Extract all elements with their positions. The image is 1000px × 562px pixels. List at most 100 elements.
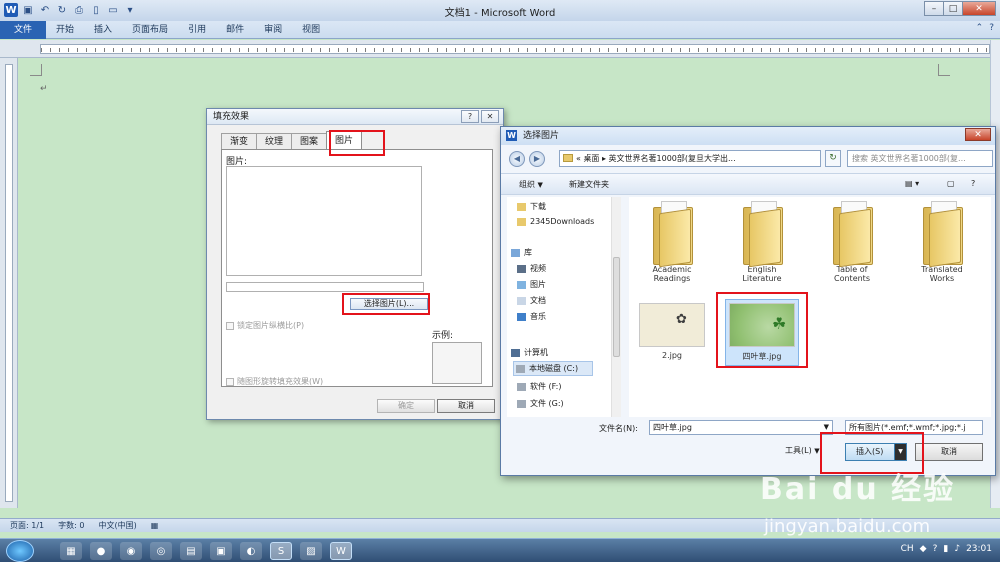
tab-file[interactable]: 文件 <box>0 20 47 39</box>
input-language[interactable]: CH <box>901 544 914 554</box>
refresh-icon[interactable]: ↻ <box>825 150 841 167</box>
rotate-with-shape-checkbox[interactable]: 随图形旋转填充效果(W) <box>226 376 323 387</box>
dialog-close-button[interactable]: ✕ <box>965 128 991 141</box>
margin-corner <box>30 64 42 76</box>
folder-item[interactable]: English Literature <box>725 201 799 283</box>
baidu-watermark: Bai du 经验 <box>760 472 956 507</box>
file-list: Academic Readings English Literature Tab… <box>629 197 991 417</box>
fill-dialog-title: 填充效果 <box>213 112 250 122</box>
highlight-box <box>716 292 808 368</box>
taskbar-app-icon[interactable]: ◐ <box>240 542 262 560</box>
lock-aspect-checkbox[interactable]: 锁定图片纵横比(P) <box>226 320 304 331</box>
tray-icon[interactable]: ◆ <box>920 544 927 554</box>
taskbar-app-icon[interactable]: ▦ <box>60 542 82 560</box>
image-item[interactable]: 2.jpg <box>635 303 709 360</box>
back-icon[interactable]: ◀ <box>509 151 525 167</box>
help-button[interactable]: ? <box>461 110 479 123</box>
folder-icon <box>647 201 697 268</box>
view-options-icon[interactable]: ▤ ▾ <box>905 179 919 188</box>
tab-review[interactable]: 审阅 <box>254 21 292 39</box>
word-icon: W <box>506 130 517 141</box>
nav-item-drive-c[interactable]: 本地磁盘 (C:) <box>513 361 594 376</box>
dialog-close-button[interactable]: ✕ <box>481 110 499 123</box>
tab-gradient[interactable]: 渐变 <box>221 133 258 149</box>
language-indicator[interactable]: 中文(中国) <box>98 520 136 531</box>
nav-item-videos[interactable]: 视频 <box>517 263 546 274</box>
tray-icon[interactable]: ? <box>933 544 938 554</box>
insert-dialog-title: 选择图片 <box>523 131 560 141</box>
tab-pattern[interactable]: 图案 <box>291 133 328 149</box>
nav-scrollbar[interactable] <box>611 197 621 417</box>
minimize-button[interactable]: – <box>924 1 944 16</box>
picture-preview <box>226 166 422 276</box>
folder-icon <box>563 154 573 162</box>
window-controls: – □ ✕ <box>924 1 996 16</box>
filename-input[interactable]: 四叶草.jpg ▼ <box>649 420 833 435</box>
page-count[interactable]: 页面: 1/1 <box>10 520 44 531</box>
nav-item-documents[interactable]: 文档 <box>517 295 546 306</box>
forward-icon[interactable]: ▶ <box>529 151 545 167</box>
system-tray: CH ◆ ? ▮ ♪ 23:01 <box>901 544 992 554</box>
preview-pane-icon[interactable]: ▢ <box>947 179 955 188</box>
nav-item-pictures[interactable]: 图片 <box>517 279 546 290</box>
nav-item-computer[interactable]: 计算机 <box>511 347 548 358</box>
organize-button[interactable]: 组织 ▼ <box>519 179 543 190</box>
paragraph-mark-icon: ↵ <box>40 84 48 94</box>
taskbar-app-icon[interactable]: ● <box>90 542 112 560</box>
folder-item[interactable]: Translated Works <box>905 201 979 283</box>
address-bar[interactable]: « 桌面 ▸ 英文世界名著1000部(复旦大学出... <box>559 150 821 167</box>
taskbar-app-icon[interactable]: ▨ <box>300 542 322 560</box>
nav-item-downloads[interactable]: 下载 <box>517 201 546 212</box>
word-count[interactable]: 字数: 0 <box>58 520 84 531</box>
margin-corner <box>938 64 950 76</box>
search-input[interactable]: 搜索 英文世界名著1000部(复... <box>847 150 993 167</box>
network-icon[interactable]: ▮ <box>943 544 948 554</box>
nav-item-2345downloads[interactable]: 2345Downloads <box>517 217 594 226</box>
title-bar: W ▣ ↶ ↻ ⎙ ▯ ▭ ▾ 文档1 - Microsoft Word – □… <box>0 0 1000 21</box>
new-folder-button[interactable]: 新建文件夹 <box>569 179 609 190</box>
highlight-box <box>329 130 385 156</box>
cancel-button[interactable]: 取消 <box>915 443 983 461</box>
folder-item[interactable]: Table of Contents <box>815 201 889 283</box>
window-title: 文档1 - Microsoft Word <box>444 8 556 19</box>
taskbar-app-icon[interactable]: ◎ <box>150 542 172 560</box>
help-icon[interactable]: ? <box>989 23 994 33</box>
nav-item-libraries[interactable]: 库 <box>511 247 532 258</box>
tab-page-layout[interactable]: 页面布局 <box>122 21 178 39</box>
folder-icon <box>917 201 967 268</box>
taskbar-word-icon[interactable]: W <box>330 542 352 560</box>
tab-references[interactable]: 引用 <box>178 21 216 39</box>
start-button[interactable] <box>6 540 34 562</box>
taskbar-app-icon[interactable]: S <box>270 542 292 560</box>
dialog-toolbar: 组织 ▼ 新建文件夹 ▤ ▾ ▢ ? <box>501 173 995 195</box>
folder-item[interactable]: Academic Readings <box>635 201 709 283</box>
vertical-ruler[interactable] <box>0 58 18 508</box>
close-button[interactable]: ✕ <box>962 1 996 16</box>
image-thumbnail <box>639 303 705 347</box>
taskbar-app-icon[interactable]: ◉ <box>120 542 142 560</box>
volume-icon[interactable]: ♪ <box>954 544 960 554</box>
tab-insert[interactable]: 插入 <box>84 21 122 39</box>
taskbar-folder-icon[interactable]: ▤ <box>180 542 202 560</box>
horizontal-ruler[interactable] <box>0 40 1000 58</box>
ok-button[interactable]: 确定 <box>377 399 435 413</box>
tools-button[interactable]: 工具(L) ▼ <box>785 445 820 456</box>
nav-item-drive-g[interactable]: 文件 (G:) <box>517 398 564 409</box>
tab-home[interactable]: 开始 <box>46 21 84 39</box>
cancel-button[interactable]: 取消 <box>437 399 495 413</box>
maximize-button[interactable]: □ <box>943 1 963 16</box>
tab-view[interactable]: 视图 <box>292 21 330 39</box>
sample-label: 示例: <box>432 331 454 341</box>
clock[interactable]: 23:01 <box>966 544 992 554</box>
baidu-watermark-url: jingyan.baidu.com <box>764 516 931 537</box>
nav-item-drive-f[interactable]: 软件 (F:) <box>517 381 561 392</box>
nav-item-music[interactable]: 音乐 <box>517 311 546 322</box>
taskbar-app-icon[interactable]: ▣ <box>210 542 232 560</box>
tab-mailings[interactable]: 邮件 <box>216 21 254 39</box>
navigation-pane: 下载 2345Downloads 库 视频 图片 文档 音乐 计算机 本地磁盘 … <box>507 197 621 417</box>
tab-texture[interactable]: 纹理 <box>256 133 293 149</box>
help-icon[interactable]: ? <box>971 179 975 188</box>
macro-icon[interactable]: ▦ <box>151 521 159 530</box>
taskbar: ▦ ● ◉ ◎ ▤ ▣ ◐ S ▨ W CH ◆ ? ▮ ♪ 23:01 <box>0 538 1000 562</box>
collapse-ribbon-icon[interactable]: ⌃ <box>976 23 984 33</box>
